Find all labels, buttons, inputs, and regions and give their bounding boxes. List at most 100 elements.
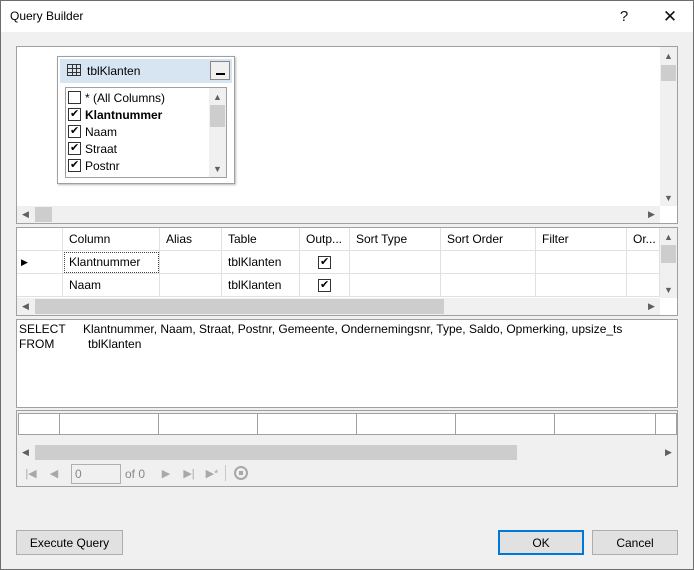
toolbar-divider	[225, 465, 226, 481]
cancel-button[interactable]: Cancel	[592, 530, 678, 555]
column-checkbox[interactable]	[68, 158, 81, 172]
diagram-vscrollbar[interactable]: ▲ ▼	[660, 47, 677, 206]
scroll-up-arrow-icon[interactable]: ▲	[209, 88, 226, 105]
help-button[interactable]: ?	[601, 1, 647, 32]
grid-cell-sort-order[interactable]	[441, 251, 536, 274]
grid-cell-or[interactable]	[627, 251, 660, 274]
execute-query-button[interactable]: Execute Query	[16, 530, 123, 555]
grid-cell-filter[interactable]	[536, 274, 627, 297]
table-icon	[67, 64, 81, 76]
column-checkbox[interactable]	[68, 107, 81, 121]
grid-cell-output[interactable]	[300, 274, 350, 297]
window-title: Query Builder	[10, 9, 84, 23]
scroll-right-arrow-icon[interactable]: ▶	[660, 444, 677, 461]
grid-cell-table[interactable]: tblKlanten	[222, 274, 300, 297]
column-label: * (All Columns)	[85, 90, 166, 105]
ok-button[interactable]: OK	[498, 530, 584, 555]
scroll-up-arrow-icon[interactable]: ▲	[660, 47, 677, 64]
record-count-label: of 0	[125, 467, 146, 481]
scroll-thumb[interactable]	[35, 207, 52, 222]
scroll-thumb[interactable]	[35, 299, 444, 314]
new-record-icon[interactable]: ▶*	[204, 465, 220, 481]
scroll-right-arrow-icon[interactable]: ▶	[643, 206, 660, 223]
column-label: Naam	[85, 124, 118, 139]
table-name: tblKlanten	[87, 64, 141, 78]
scroll-thumb[interactable]	[661, 245, 676, 263]
scroll-left-arrow-icon[interactable]: ◀	[17, 444, 34, 461]
column-label: Klantnummer	[85, 107, 163, 122]
grid-header-column[interactable]: Column	[63, 228, 160, 251]
grid-cell-table[interactable]: tblKlanten	[222, 251, 300, 274]
table-column-list[interactable]: * (All Columns) Klantnummer Naam Straat …	[65, 87, 227, 178]
grid-cell-alias[interactable]	[160, 251, 222, 274]
results-hscrollbar[interactable]: ◀ ▶	[17, 444, 677, 461]
grid-cell-or[interactable]	[627, 274, 660, 297]
grid-header-table[interactable]: Table	[222, 228, 300, 251]
sql-select-columns: Klantnummer, Naam, Straat, Postnr, Gemee…	[83, 322, 623, 336]
table-box[interactable]: tblKlanten * (All Columns) Klantnummer N…	[57, 56, 235, 184]
grid-cell-filter[interactable]	[536, 251, 627, 274]
sql-from-table: tblKlanten	[88, 337, 142, 351]
grid-cell-sort-type[interactable]	[350, 274, 441, 297]
diagram-hscrollbar[interactable]: ◀ ▶	[17, 206, 660, 223]
grid-vscrollbar[interactable]: ▲ ▼	[660, 228, 677, 298]
sql-select-keyword: SELECT	[19, 322, 66, 336]
results-header-cell	[356, 413, 456, 435]
row-selector[interactable]	[17, 274, 63, 297]
grid-header-alias[interactable]: Alias	[160, 228, 222, 251]
grid-header-sort-order[interactable]: Sort Order	[441, 228, 536, 251]
scroll-down-arrow-icon[interactable]: ▼	[660, 281, 677, 298]
grid-cell-column[interactable]: Naam	[63, 274, 160, 297]
column-item-all[interactable]: * (All Columns)	[68, 89, 165, 106]
scroll-thumb[interactable]	[35, 445, 517, 460]
grid-cell-alias[interactable]	[160, 274, 222, 297]
column-item-klantnummer[interactable]: Klantnummer	[68, 106, 162, 123]
grid-header-filter[interactable]: Filter	[536, 228, 627, 251]
output-checkbox[interactable]	[318, 255, 331, 269]
query-builder-window: Query Builder ? ✕ tblKlanten * (All Colu…	[0, 0, 694, 570]
grid-header-sort-type[interactable]: Sort Type	[350, 228, 441, 251]
scroll-thumb[interactable]	[210, 105, 225, 127]
column-label: Postnr	[85, 158, 120, 173]
first-record-icon[interactable]: |◀	[23, 465, 39, 481]
scroll-down-arrow-icon[interactable]: ▼	[209, 160, 226, 177]
scroll-right-arrow-icon[interactable]: ▶	[643, 298, 660, 315]
grid-cell-sort-order[interactable]	[441, 274, 536, 297]
row-header-corner	[17, 228, 63, 251]
grid-header-or[interactable]: Or...	[627, 228, 660, 251]
grid-cell-sort-type[interactable]	[350, 251, 441, 274]
column-checkbox[interactable]	[68, 141, 81, 155]
grid-cell-output[interactable]	[300, 251, 350, 274]
column-checkbox[interactable]	[68, 124, 81, 138]
column-item-straat[interactable]: Straat	[68, 140, 117, 157]
results-pane[interactable]: ◀ ▶ |◀ ◀ 0 of 0 ▶ ▶| ▶*	[16, 410, 678, 487]
output-checkbox[interactable]	[318, 278, 331, 292]
column-item-postnr[interactable]: Postnr	[68, 157, 120, 174]
grid-hscrollbar[interactable]: ◀ ▶	[17, 298, 660, 315]
grid-cell-column[interactable]: Klantnummer	[63, 251, 160, 274]
column-list-scrollbar[interactable]: ▲ ▼	[209, 88, 226, 177]
scroll-thumb[interactable]	[661, 65, 676, 81]
previous-record-icon[interactable]: ◀	[46, 465, 62, 481]
diagram-pane[interactable]: tblKlanten * (All Columns) Klantnummer N…	[16, 46, 678, 224]
minimize-table-button[interactable]	[210, 61, 230, 80]
current-row-arrow-icon: ▶	[21, 256, 28, 267]
scroll-up-arrow-icon[interactable]: ▲	[660, 228, 677, 245]
results-header-cell	[455, 413, 555, 435]
row-selector-current[interactable]: ▶	[17, 251, 63, 274]
scroll-left-arrow-icon[interactable]: ◀	[17, 206, 34, 223]
sql-pane[interactable]: SELECT Klantnummer, Naam, Straat, Postnr…	[16, 319, 678, 408]
last-record-icon[interactable]: ▶|	[181, 465, 197, 481]
results-header-cell	[257, 413, 357, 435]
close-button[interactable]: ✕	[647, 1, 693, 32]
record-position-input[interactable]: 0	[71, 464, 121, 484]
column-checkbox[interactable]	[68, 91, 81, 104]
column-item-naam[interactable]: Naam	[68, 123, 117, 140]
criteria-grid[interactable]: Column Alias Table Outp... Sort Type Sor…	[16, 227, 678, 316]
scroll-left-arrow-icon[interactable]: ◀	[17, 298, 34, 315]
next-record-icon[interactable]: ▶	[158, 465, 174, 481]
table-header[interactable]: tblKlanten	[60, 59, 232, 83]
stop-query-icon[interactable]	[233, 465, 249, 481]
grid-header-output[interactable]: Outp...	[300, 228, 350, 251]
scroll-down-arrow-icon[interactable]: ▼	[660, 189, 677, 206]
